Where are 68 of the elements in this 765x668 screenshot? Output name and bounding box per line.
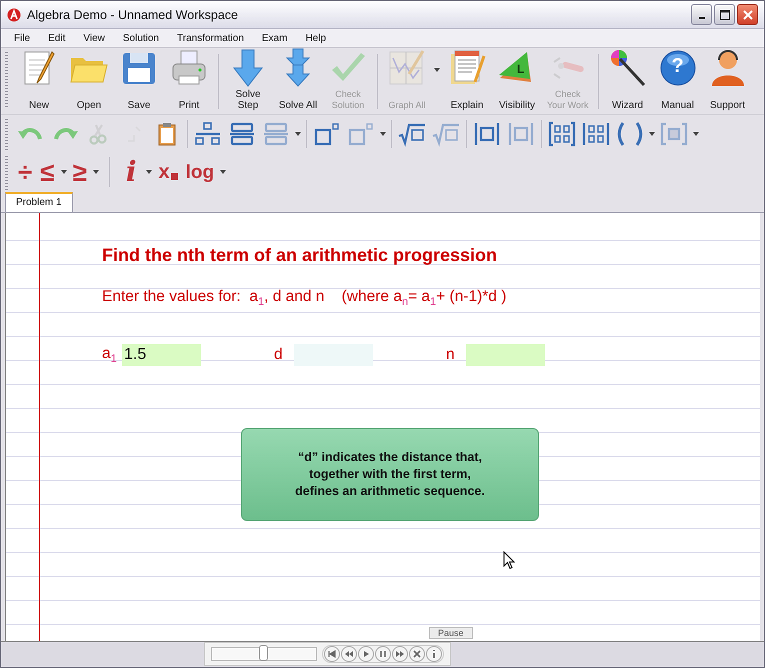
skip-back-icon[interactable] xyxy=(324,646,340,662)
toolbar-button[interactable]: Save xyxy=(116,48,162,111)
field-label: a$_{1}$ xyxy=(102,345,118,366)
fraction-icon[interactable] xyxy=(227,120,257,146)
toolbar-button[interactable]: ? Manual xyxy=(654,48,701,111)
app-icon xyxy=(7,8,21,22)
tooltip: Pause xyxy=(429,627,473,639)
tab[interactable]: Problem 1 xyxy=(5,192,73,212)
dropdown-arrow[interactable] xyxy=(647,132,657,136)
subscript-button[interactable]: x xyxy=(154,162,182,182)
toolbar-button[interactable]: Explain xyxy=(444,48,490,111)
parentheses-icon[interactable] xyxy=(615,120,645,146)
menu-item[interactable]: Solution xyxy=(114,32,168,44)
hint-callout: “d” indicates the distance that, together with the first term, defines an arithmetic sequence. xyxy=(241,428,539,522)
menu-item[interactable]: Help xyxy=(296,32,336,44)
problem-title: Find the nth term of an arithmetic progression xyxy=(102,245,498,266)
toolbar-button[interactable]: New xyxy=(16,48,62,111)
toolbar-button[interactable]: L Visibility xyxy=(494,48,540,111)
slider-thumb[interactable] xyxy=(259,645,268,661)
dropdown-arrow[interactable] xyxy=(58,170,69,174)
determinant-icon[interactable] xyxy=(581,120,611,146)
stop-icon[interactable] xyxy=(409,646,425,662)
playback-slider[interactable] xyxy=(211,647,317,661)
fast-forward-icon[interactable] xyxy=(392,646,408,662)
input-field[interactable] xyxy=(466,344,545,366)
input-field[interactable] xyxy=(294,344,373,366)
menu-item[interactable]: Exam xyxy=(252,32,296,44)
rewind-icon[interactable] xyxy=(341,646,357,662)
operator-button[interactable]: ≥ xyxy=(68,159,91,185)
instruction-text: Enter the values for: a$_{1}$, d and n (where a$_{n}$= a$_{1}$+ (n-1)*d ) xyxy=(102,288,508,308)
help-icon xyxy=(658,48,698,88)
minimize-icon xyxy=(698,17,704,19)
dropdown-arrow[interactable] xyxy=(218,170,228,174)
icon-letter: ? xyxy=(672,55,684,78)
menu-item[interactable]: View xyxy=(74,32,114,44)
matrix-icon[interactable] xyxy=(547,120,577,146)
field-label: d xyxy=(274,346,284,364)
menu-item[interactable]: Edit xyxy=(39,32,74,44)
operator-button[interactable]: ≤ xyxy=(36,159,59,185)
operator-button[interactable]: log xyxy=(182,162,218,182)
input-field[interactable]: 1.5 xyxy=(122,344,201,366)
square-icon xyxy=(170,173,178,180)
dropdown-arrow[interactable] xyxy=(144,170,154,174)
menu-item[interactable]: Transformation xyxy=(168,32,253,44)
toolbar-button[interactable]: Support xyxy=(704,48,751,111)
icon-letter: L xyxy=(517,62,524,76)
toolbar-button[interactable]: Print xyxy=(166,48,212,111)
close-button[interactable] xyxy=(737,4,758,25)
operator-button[interactable]: i xyxy=(118,158,144,186)
pause-icon[interactable] xyxy=(375,646,391,662)
toolbar-button[interactable]: Open xyxy=(66,48,112,111)
window-title: Algebra Demo - Unnamed Workspace xyxy=(27,8,238,22)
maximize-button[interactable] xyxy=(714,4,735,25)
minimize-button[interactable] xyxy=(691,4,712,25)
split-icon[interactable] xyxy=(193,120,223,146)
field-label: n xyxy=(446,346,456,364)
absolute-value-icon[interactable] xyxy=(472,120,502,146)
play-icon[interactable] xyxy=(358,646,374,662)
toolbar-button[interactable]: Wizard xyxy=(604,48,651,111)
toolbar-button[interactable]: Solve All xyxy=(275,48,321,111)
dropdown-arrow[interactable] xyxy=(90,170,101,174)
maximize-icon xyxy=(720,10,730,20)
operator-button[interactable]: ÷ xyxy=(14,159,36,185)
mouse-pointer-icon xyxy=(503,551,515,570)
close-icon xyxy=(742,10,752,20)
menu-item[interactable]: File xyxy=(5,32,40,44)
toolbar-button[interactable]: Solve Step xyxy=(225,48,271,111)
info-icon[interactable] xyxy=(426,646,442,662)
